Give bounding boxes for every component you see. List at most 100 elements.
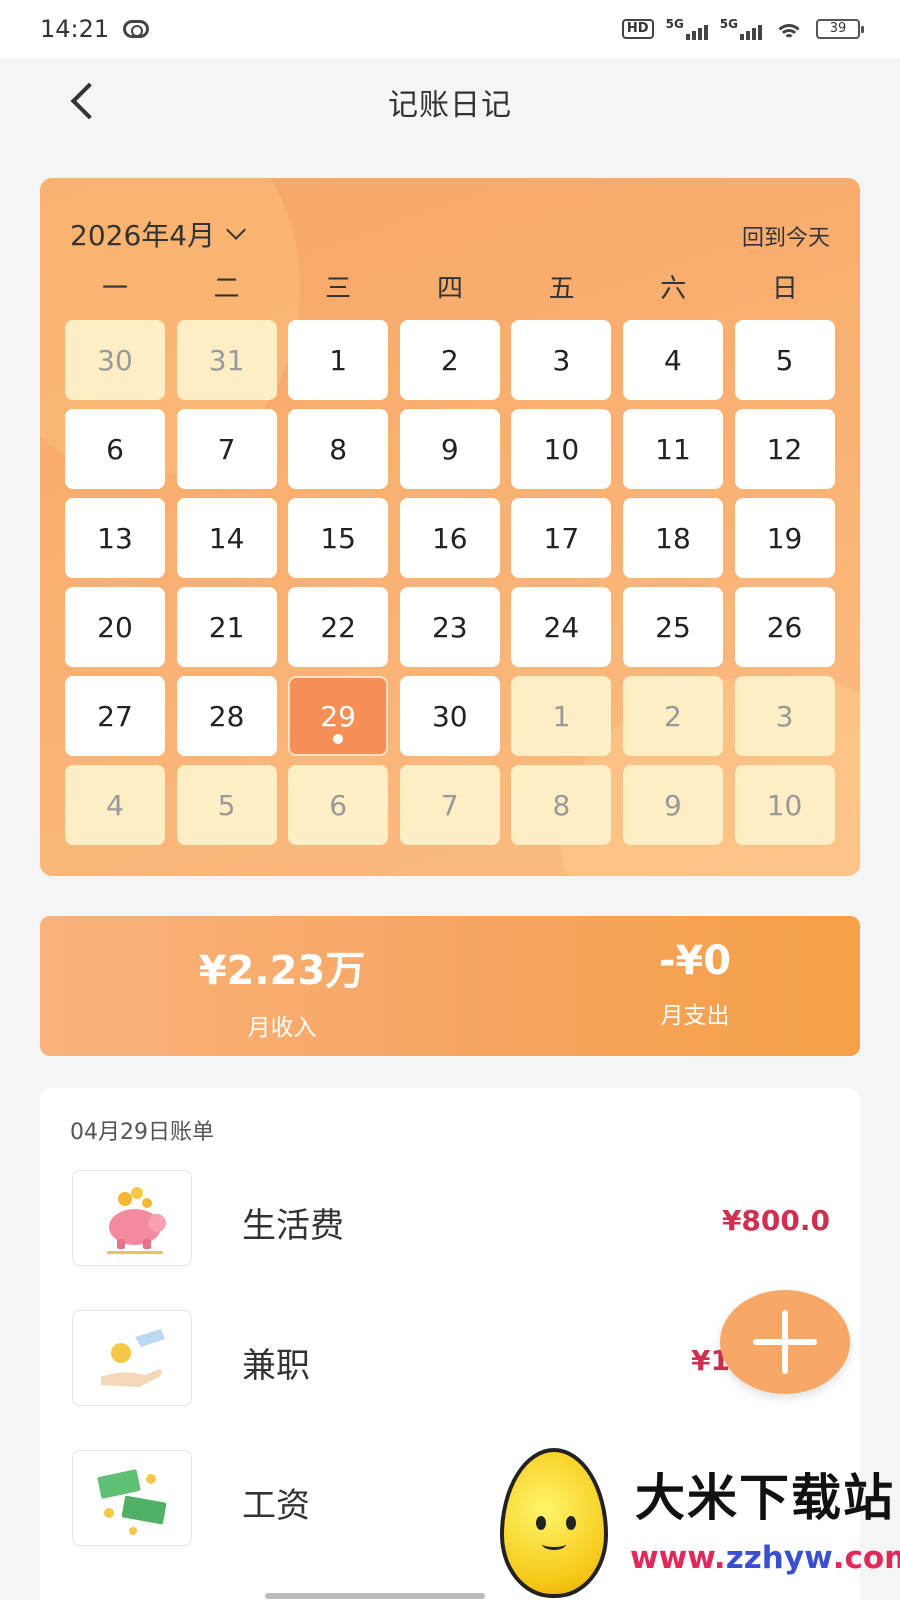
watermark: 大米下载站 www.zzhyw.com: [490, 1440, 900, 1600]
income-summary: ¥2.23万 月收入: [132, 938, 432, 1042]
calendar-day-number: 2: [664, 699, 682, 733]
calendar-day-number: 9: [664, 788, 682, 822]
weekday-label: 六: [660, 274, 687, 304]
back-to-today-button[interactable]: 回到今天: [742, 220, 830, 252]
calendar-day[interactable]: 10: [734, 765, 835, 845]
calendar-day-number: 2: [440, 343, 459, 377]
calendar-day[interactable]: 27: [65, 676, 165, 756]
calendar-day[interactable]: 2: [622, 676, 723, 756]
calendar-day[interactable]: 4: [65, 765, 165, 845]
calendar-day-number: 24: [543, 610, 580, 644]
piggy-bank-icon: [72, 1170, 192, 1266]
calendar-day[interactable]: 10: [511, 409, 612, 489]
expense-label: 月支出: [660, 1003, 730, 1029]
calendar-day[interactable]: 5: [734, 320, 835, 400]
month-selector[interactable]: 2026年4月: [70, 214, 246, 254]
watermark-url: www.zzhyw.com: [630, 1540, 900, 1576]
signal-icon: 5G: [720, 18, 762, 40]
home-indicator: [265, 1593, 485, 1599]
calendar-day[interactable]: 19: [734, 498, 835, 578]
calendar-day[interactable]: 8: [288, 409, 389, 489]
calendar-day-number: 21: [208, 610, 245, 644]
calendar-day[interactable]: 14: [176, 498, 277, 578]
calendar-day[interactable]: 6: [288, 765, 389, 845]
calendar-day[interactable]: 30: [65, 320, 165, 400]
calendar-day[interactable]: 5: [176, 765, 277, 845]
calendar-day[interactable]: 1: [288, 320, 389, 400]
calendar-day-number: 31: [208, 343, 245, 377]
expense-value: -¥0: [658, 938, 732, 984]
calendar-day[interactable]: 11: [622, 409, 723, 489]
calendar-day[interactable]: 13: [65, 498, 165, 578]
calendar-day-number: 7: [440, 788, 459, 822]
calendar-day-number: 26: [766, 610, 803, 644]
calendar-day-number: 4: [664, 343, 682, 377]
calendar-day-number: 3: [552, 343, 571, 377]
calendar-day[interactable]: 9: [622, 765, 723, 845]
calendar-day-number: 3: [775, 699, 794, 733]
calendar-day-number: 8: [329, 432, 348, 466]
calendar-day[interactable]: 3: [734, 676, 835, 756]
calendar-day-number: 20: [97, 610, 133, 644]
calendar-day-number: 10: [766, 788, 803, 822]
income-value: ¥2.23万: [198, 948, 366, 994]
calendar-day[interactable]: 3: [511, 320, 612, 400]
weekday-header: 一 二 三 四 五 六 日: [65, 268, 835, 305]
calendar-day-number: 1: [329, 343, 348, 377]
calendar-day[interactable]: 1: [511, 676, 612, 756]
coin-hand-icon: [72, 1310, 192, 1406]
calendar-day[interactable]: 24: [511, 587, 612, 667]
add-record-button[interactable]: [720, 1290, 850, 1394]
calendar-day[interactable]: 31: [176, 320, 277, 400]
bill-item[interactable]: 兼职 ¥1: [70, 1310, 830, 1410]
calendar-day[interactable]: 18: [622, 498, 723, 578]
calendar-day-number: 23: [431, 610, 468, 644]
bill-item-name: 工资: [242, 1486, 310, 1526]
calendar-day-number: 6: [329, 788, 348, 822]
calendar-day[interactable]: 7: [176, 409, 277, 489]
calendar-day[interactable]: 22: [288, 587, 389, 667]
calendar-day-number: 7: [217, 432, 236, 466]
calendar-day[interactable]: 12: [734, 409, 835, 489]
calendar-day[interactable]: 6: [65, 409, 165, 489]
calendar-day-number: 5: [775, 343, 794, 377]
calendar-day-number: 13: [97, 521, 133, 555]
calendar-day[interactable]: 21: [176, 587, 277, 667]
signal-label: 5G: [665, 17, 684, 31]
calendar-day-number: 22: [320, 610, 356, 644]
hd-icon: HD: [621, 19, 654, 39]
calendar-day[interactable]: 26: [734, 587, 835, 667]
calendar-day[interactable]: 23: [399, 587, 500, 667]
calendar-day-number: 11: [655, 432, 691, 466]
calendar-day[interactable]: 15: [288, 498, 389, 578]
calendar-card: 2026年4月 回到今天 一 二 三 四 五 六 日 30 31 1 2 3 4 5 6 7 8 9…: [40, 178, 860, 876]
calendar-day[interactable]: 28: [176, 676, 277, 756]
calendar-day-number: 1: [552, 699, 571, 733]
calendar-day-number: 6: [106, 432, 124, 466]
calendar-day[interactable]: 8: [511, 765, 612, 845]
weekday-label: 五: [548, 274, 575, 304]
calendar-day[interactable]: 4: [622, 320, 723, 400]
status-time: 14:21: [40, 15, 110, 43]
app-header: 记账日记: [0, 58, 900, 140]
page-title: 记账日记: [388, 88, 512, 123]
calendar-day[interactable]: 2: [399, 320, 500, 400]
signal-icon: 5G: [666, 18, 708, 40]
monthly-summary: ¥2.23万 月收入 -¥0 月支出: [40, 916, 860, 1056]
bill-title: 04月29日账单: [70, 1120, 214, 1145]
bill-item-amount: ¥800.0: [721, 1204, 830, 1237]
calendar-day[interactable]: 25: [622, 587, 723, 667]
calendar-day[interactable]: 30: [399, 676, 500, 756]
status-icons: HD 5G 5G 39: [621, 18, 864, 40]
calendar-day-selected[interactable]: 29: [288, 676, 389, 756]
calendar-day[interactable]: 17: [511, 498, 612, 578]
calendar-day-number: 29: [320, 699, 356, 733]
mascot-egg-icon: [500, 1448, 608, 1598]
bill-item[interactable]: 生活费 ¥800.0: [70, 1170, 830, 1270]
calendar-day[interactable]: 20: [65, 587, 165, 667]
calendar-day[interactable]: 9: [399, 409, 500, 489]
calendar-day-number: 30: [431, 699, 468, 733]
calendar-day-number: 15: [320, 521, 356, 555]
calendar-day[interactable]: 16: [399, 498, 500, 578]
calendar-day[interactable]: 7: [399, 765, 500, 845]
